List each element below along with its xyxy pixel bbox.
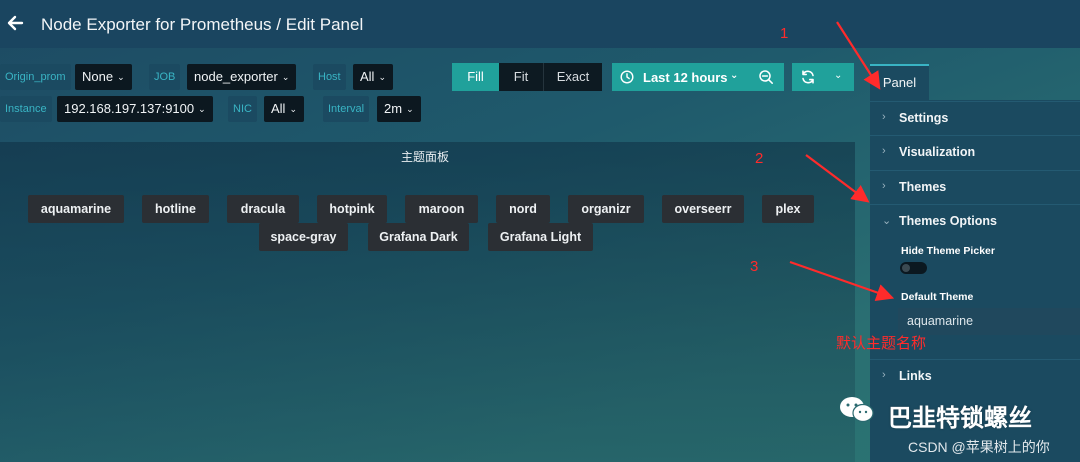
theme-button-hotpink[interactable]: hotpink bbox=[317, 195, 387, 223]
theme-button-nord[interactable]: nord bbox=[496, 195, 550, 223]
theme-button-space-gray[interactable]: space-gray bbox=[259, 223, 348, 251]
section-settings-label: Settings bbox=[899, 111, 949, 125]
zoom-out-icon[interactable] bbox=[758, 69, 774, 85]
theme-button-grafana-dark[interactable]: Grafana Dark bbox=[368, 223, 469, 251]
host-label: Host bbox=[313, 64, 346, 90]
annotation-step-2: 2 bbox=[755, 150, 764, 167]
top-bar: Node Exporter for Prometheus / Edit Pane… bbox=[0, 0, 1080, 48]
chevron-right-icon: › bbox=[882, 111, 886, 123]
time-range-picker[interactable]: Last 12 hours ⌄ bbox=[612, 63, 784, 91]
instance-value: 192.168.197.137:9100 bbox=[64, 101, 195, 116]
section-settings[interactable]: › Settings bbox=[870, 101, 1080, 134]
interval-label: Interval bbox=[323, 96, 370, 122]
panel-size-toggle: Fill Fit Exact bbox=[452, 63, 602, 91]
nic-select[interactable]: All ⌄ bbox=[264, 96, 304, 122]
chevron-down-icon: ⌄ bbox=[730, 70, 739, 81]
section-links[interactable]: › Links bbox=[870, 359, 1080, 392]
job-select[interactable]: node_exporter ⌄ bbox=[187, 64, 297, 90]
time-range-label: Last 12 hours bbox=[643, 70, 728, 85]
section-themes-options[interactable]: ⌄ Themes Options bbox=[870, 204, 1080, 237]
fill-button[interactable]: Fill bbox=[452, 63, 499, 91]
exact-button[interactable]: Exact bbox=[543, 63, 602, 91]
theme-button-aquamarine[interactable]: aquamarine bbox=[28, 195, 124, 223]
theme-panel: 主题面板 bbox=[0, 142, 855, 462]
theme-button-overseerr[interactable]: overseerr bbox=[662, 195, 744, 223]
theme-button-grafana-light[interactable]: Grafana Light bbox=[488, 223, 593, 251]
chevron-right-icon: › bbox=[882, 369, 886, 381]
default-theme-label: Default Theme bbox=[901, 291, 974, 303]
interval-value: 2m bbox=[384, 101, 403, 116]
section-links-label: Links bbox=[899, 369, 932, 383]
fit-button[interactable]: Fit bbox=[499, 63, 543, 91]
theme-button-hotline[interactable]: hotline bbox=[142, 195, 209, 223]
section-visualization-label: Visualization bbox=[899, 145, 976, 159]
hide-theme-picker-label: Hide Theme Picker bbox=[901, 245, 995, 257]
section-visualization[interactable]: › Visualization bbox=[870, 135, 1080, 168]
instance-select[interactable]: 192.168.197.137:9100 ⌄ bbox=[57, 96, 213, 122]
job-value: node_exporter bbox=[194, 69, 278, 84]
host-value: All bbox=[360, 69, 375, 84]
instance-label: Instance bbox=[0, 96, 52, 122]
interval-select[interactable]: 2m ⌄ bbox=[377, 96, 421, 122]
theme-button-maroon[interactable]: maroon bbox=[405, 195, 478, 223]
panel-title: 主题面板 bbox=[400, 150, 449, 164]
hide-theme-picker-toggle[interactable] bbox=[900, 262, 927, 274]
chevron-down-icon: ⌄ bbox=[406, 104, 414, 114]
chevron-down-icon: ⌄ bbox=[117, 72, 125, 82]
origin-prom-label: Origin_prom bbox=[0, 64, 71, 90]
job-label: JOB bbox=[149, 64, 181, 90]
theme-button-organizr[interactable]: organizr bbox=[568, 195, 644, 223]
chevron-right-icon: › bbox=[882, 145, 886, 157]
section-themes[interactable]: › Themes bbox=[870, 170, 1080, 203]
clock-icon bbox=[620, 70, 634, 84]
section-themes-options-label: Themes Options bbox=[899, 214, 997, 228]
theme-button-dracula[interactable]: dracula bbox=[227, 195, 299, 223]
chevron-down-icon: ⌄ bbox=[289, 104, 297, 114]
refresh-picker[interactable]: ⌄ bbox=[792, 63, 854, 91]
origin-prom-value: None bbox=[82, 69, 114, 84]
watermark-title: 巴韭特锁螺丝 bbox=[888, 404, 1032, 432]
chevron-down-icon: ⌄ bbox=[882, 215, 892, 227]
page-title: Node Exporter for Prometheus / Edit Pane… bbox=[41, 15, 364, 34]
arrow-left-icon[interactable] bbox=[6, 14, 24, 32]
wechat-icon bbox=[840, 397, 874, 423]
annotation-step-1: 1 bbox=[780, 25, 789, 42]
annotation-default-theme-note: 默认主题名称 bbox=[836, 335, 927, 352]
tab-panel[interactable]: Panel bbox=[870, 64, 929, 100]
chevron-right-icon: › bbox=[882, 180, 886, 192]
watermark-csdn: CSDN @苹果树上的你 bbox=[908, 439, 1050, 455]
theme-button-plex[interactable]: plex bbox=[762, 195, 814, 223]
nic-label: NIC bbox=[228, 96, 257, 122]
origin-prom-select[interactable]: None ⌄ bbox=[75, 64, 132, 90]
host-select[interactable]: All ⌄ bbox=[353, 64, 393, 90]
default-theme-input[interactable]: aquamarine bbox=[898, 308, 1080, 335]
nic-value: All bbox=[271, 101, 286, 116]
annotation-step-3: 3 bbox=[750, 258, 759, 275]
toggle-knob bbox=[902, 264, 910, 272]
chevron-down-icon: ⌄ bbox=[198, 104, 206, 114]
chevron-down-icon: ⌄ bbox=[378, 72, 386, 82]
chevron-down-icon: ⌄ bbox=[281, 72, 290, 82]
refresh-icon[interactable] bbox=[800, 69, 816, 85]
chevron-down-icon[interactable]: ⌄ bbox=[834, 70, 842, 81]
section-themes-label: Themes bbox=[899, 180, 947, 194]
